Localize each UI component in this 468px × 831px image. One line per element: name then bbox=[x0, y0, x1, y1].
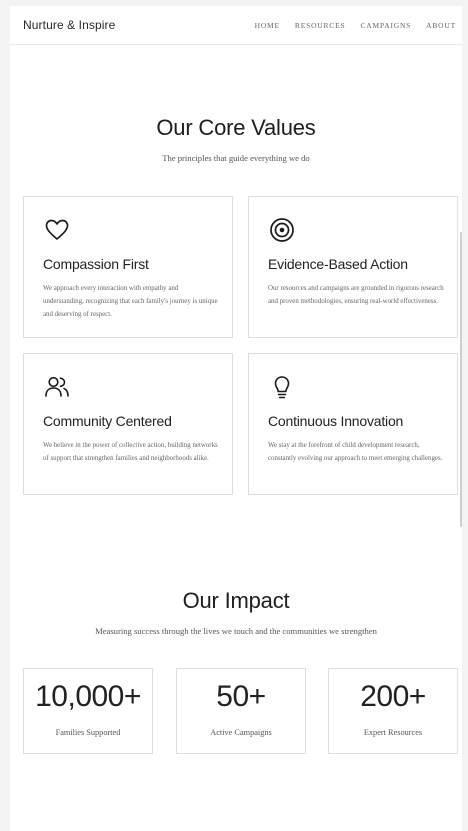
nav-campaigns[interactable]: CAMPAIGNS bbox=[360, 21, 411, 30]
value-card-compassion: Compassion First We approach every inter… bbox=[23, 196, 233, 338]
card-description: We approach every interaction with empat… bbox=[43, 285, 218, 318]
stat-card-families: 10,000+ Families Supported bbox=[23, 668, 153, 754]
stat-value: 10,000+ bbox=[35, 680, 141, 713]
card-description: Our resources and campaigns are grounded… bbox=[268, 285, 444, 305]
heart-icon bbox=[44, 217, 70, 243]
nav-home[interactable]: HOME bbox=[255, 21, 280, 30]
value-card-innovation: Continuous Innovation We stay at the for… bbox=[248, 353, 458, 495]
main-nav: HOME RESOURCES CAMPAIGNS ABOUT bbox=[255, 21, 456, 30]
stat-label: Expert Resources bbox=[363, 728, 423, 737]
top-nav-bar: Nurture & Inspire HOME RESOURCES CAMPAIG… bbox=[10, 6, 462, 45]
value-card-evidence: Evidence-Based Action Our resources and … bbox=[248, 196, 458, 338]
stat-label: Active Campaigns bbox=[210, 728, 272, 737]
card-description: We stay at the forefront of child develo… bbox=[268, 442, 443, 462]
nav-resources[interactable]: RESOURCES bbox=[295, 21, 346, 30]
core-values-title: Our Core Values bbox=[156, 115, 316, 140]
card-title: Continuous Innovation bbox=[268, 413, 404, 429]
stat-card-campaigns: 50+ Active Campaigns bbox=[176, 668, 306, 754]
card-description: We believe in the power of collective ac… bbox=[43, 442, 218, 462]
stat-value: 200+ bbox=[360, 680, 426, 713]
brand-logo[interactable]: Nurture & Inspire bbox=[23, 18, 115, 32]
stat-label: Families Supported bbox=[55, 728, 121, 737]
target-icon bbox=[269, 217, 295, 243]
nav-about[interactable]: ABOUT bbox=[426, 21, 456, 30]
stat-card-resources: 200+ Expert Resources bbox=[328, 668, 458, 754]
value-card-community: Community Centered We believe in the pow… bbox=[23, 353, 233, 495]
users-icon bbox=[44, 374, 70, 400]
lightbulb-icon bbox=[269, 374, 295, 400]
card-title: Compassion First bbox=[43, 256, 149, 272]
card-title: Community Centered bbox=[43, 413, 172, 429]
stat-value: 50+ bbox=[216, 680, 266, 713]
scrollbar[interactable] bbox=[460, 232, 462, 527]
impact-title: Our Impact bbox=[182, 588, 290, 613]
card-title: Evidence-Based Action bbox=[268, 256, 408, 272]
impact-subtitle: Measuring success through the lives we t… bbox=[95, 626, 377, 636]
page: Nurture & Inspire HOME RESOURCES CAMPAIG… bbox=[10, 6, 462, 831]
core-values-subtitle: The principles that guide everything we … bbox=[162, 153, 310, 163]
